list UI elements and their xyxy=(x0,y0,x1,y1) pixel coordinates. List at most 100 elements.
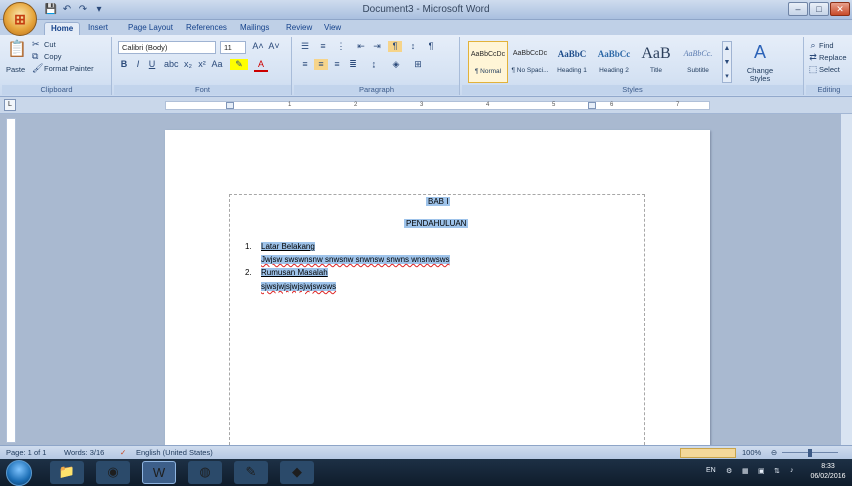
doc-heading-pendahuluan[interactable]: PENDAHULUAN xyxy=(404,219,469,228)
cut-icon[interactable]: ✂ xyxy=(32,39,40,50)
align-center-icon[interactable]: ≡ xyxy=(314,59,328,70)
change-case-icon[interactable]: Aa xyxy=(210,59,224,70)
vertical-scrollbar[interactable] xyxy=(840,114,852,445)
show-marks-icon[interactable]: ¶ xyxy=(424,41,438,52)
maximize-button[interactable]: □ xyxy=(809,2,829,16)
styles-scroll-icon[interactable]: ▲ ▼ ▾ xyxy=(722,41,732,83)
firefox-icon[interactable]: ◍ xyxy=(188,461,222,484)
tray-icon-2[interactable]: ▦ xyxy=(742,467,749,475)
select-icon[interactable]: ⬚ xyxy=(808,64,818,75)
subscript-icon[interactable]: x₂ xyxy=(182,59,194,70)
style-normal[interactable]: AaBbCcDc ¶ Normal xyxy=(468,41,508,83)
ruler-mark-6: 6 xyxy=(610,102,614,108)
zoom-slider-thumb[interactable] xyxy=(808,449,812,457)
copy-icon[interactable]: ⧉ xyxy=(32,51,38,62)
chrome-icon[interactable]: ◉ xyxy=(96,461,130,484)
tab-mailings[interactable]: Mailings xyxy=(234,22,275,35)
underline-button[interactable]: U xyxy=(146,59,158,70)
find-icon[interactable]: ⌕ xyxy=(808,40,818,51)
shrink-font-button[interactable]: A˅ xyxy=(266,41,282,52)
align-left-icon[interactable]: ≡ xyxy=(298,59,312,70)
italic-button[interactable]: I xyxy=(132,59,144,70)
align-right-icon[interactable]: ≡ xyxy=(330,59,344,70)
replace-icon[interactable]: ⇄ xyxy=(808,52,818,63)
bold-button[interactable]: B xyxy=(118,59,130,70)
superscript-icon[interactable]: x² xyxy=(196,59,208,70)
tray-icon-3[interactable]: ▣ xyxy=(758,467,765,475)
ruler-strip[interactable]: 1 2 3 4 5 6 7 xyxy=(165,101,710,110)
justify-icon[interactable]: ≣ xyxy=(346,59,360,70)
select-button[interactable]: Select xyxy=(819,65,840,74)
app-icon[interactable]: ✎ xyxy=(234,461,268,484)
style-subtitle[interactable]: AaBbCc. Subtitle xyxy=(678,41,718,83)
tab-home[interactable]: Home xyxy=(44,22,81,35)
app2-icon[interactable]: ◆ xyxy=(280,461,314,484)
word-taskbar-icon[interactable]: W xyxy=(142,461,176,484)
office-button[interactable]: ⊞ xyxy=(3,2,37,36)
zoom-level[interactable]: 100% xyxy=(742,448,761,457)
font-color-icon[interactable]: A xyxy=(254,59,268,72)
font-name-select[interactable]: Calibri (Body) xyxy=(118,41,216,54)
ltr-icon[interactable]: ¶ xyxy=(388,41,402,52)
increase-indent-icon[interactable]: ⇥ xyxy=(370,41,384,52)
zoom-out-icon[interactable]: ⊖ xyxy=(768,448,780,457)
paste-button[interactable]: Paste xyxy=(6,65,25,74)
page-count[interactable]: Page: 1 of 1 xyxy=(6,448,46,457)
left-indent-marker[interactable] xyxy=(226,102,234,109)
format-painter-icon[interactable]: 🖌 xyxy=(32,63,43,74)
highlight-icon[interactable]: ✎ xyxy=(230,59,248,70)
find-button[interactable]: Find xyxy=(819,41,834,50)
line-spacing-icon[interactable]: ↨ xyxy=(366,59,382,70)
borders-icon[interactable]: ⊞ xyxy=(410,59,426,70)
strikethrough-icon[interactable]: abc xyxy=(164,59,179,70)
list-item-2-body[interactable]: sjwsjwjsjwjsjwjswsws xyxy=(261,282,337,291)
word-count[interactable]: Words: 3/16 xyxy=(64,448,104,457)
doc-heading-bab[interactable]: BAB I xyxy=(426,197,451,206)
tab-view[interactable]: View xyxy=(318,22,347,35)
vertical-ruler[interactable] xyxy=(6,118,16,443)
cut-button[interactable]: Cut xyxy=(44,40,56,49)
window-title: Document3 - Microsoft Word xyxy=(362,4,490,15)
paste-icon[interactable]: 📋 xyxy=(6,39,28,61)
bullets-icon[interactable]: ☰ xyxy=(298,41,312,52)
grow-font-button[interactable]: A˄ xyxy=(250,41,266,52)
style-no-spacing[interactable]: AaBbCcDc ¶ No Spaci... xyxy=(510,41,550,83)
font-size-select[interactable]: 11 xyxy=(220,41,246,54)
copy-button[interactable]: Copy xyxy=(44,52,62,61)
tab-insert[interactable]: Insert xyxy=(82,22,114,35)
proofing-icon[interactable]: ✓ xyxy=(120,448,126,457)
volume-icon[interactable]: ♪ xyxy=(790,467,794,474)
style-heading-1[interactable]: AaBbC Heading 1 xyxy=(552,41,592,83)
start-button[interactable] xyxy=(6,460,32,486)
replace-button[interactable]: Replace xyxy=(819,53,847,62)
tab-review[interactable]: Review xyxy=(280,22,318,35)
list-item-1-body[interactable]: Jwjsw swswnsnw snwsnw snwnsw snwns wnsnw… xyxy=(261,255,450,264)
decrease-indent-icon[interactable]: ⇤ xyxy=(354,41,368,52)
network-icon[interactable]: ⇅ xyxy=(774,467,780,475)
view-buttons[interactable] xyxy=(680,448,736,458)
system-clock[interactable]: 8:33 06/02/2016 xyxy=(806,462,850,482)
sort-icon[interactable]: ↕ xyxy=(406,41,420,52)
tab-references[interactable]: References xyxy=(180,22,233,35)
right-indent-marker[interactable] xyxy=(588,102,596,109)
list-item-2-title[interactable]: Rumusan Masalah xyxy=(261,268,328,277)
ruler-mark-1: 1 xyxy=(288,102,292,108)
minimize-button[interactable]: – xyxy=(788,2,808,16)
language-indicator[interactable]: EN xyxy=(706,467,716,474)
tray-icon-1[interactable]: ⚙ xyxy=(726,467,732,475)
change-styles-button[interactable]: Change Styles xyxy=(740,67,780,83)
format-painter-button[interactable]: Format Painter xyxy=(44,64,94,73)
list-item-1-title[interactable]: Latar Belakang xyxy=(261,242,315,251)
numbering-icon[interactable]: ≡ xyxy=(316,41,330,52)
change-styles-icon[interactable]: A xyxy=(740,41,780,63)
ruler-toggle-icon[interactable]: L xyxy=(4,99,16,111)
language-status[interactable]: English (United States) xyxy=(136,448,213,457)
explorer-icon[interactable]: 📁 xyxy=(50,461,84,484)
close-button[interactable]: ✕ xyxy=(830,2,850,16)
shading-icon[interactable]: ◈ xyxy=(388,59,404,70)
tab-page-layout[interactable]: Page Layout xyxy=(122,22,179,35)
multilevel-list-icon[interactable]: ⋮ xyxy=(334,41,348,52)
horizontal-ruler[interactable]: L 1 2 3 4 5 6 7 xyxy=(0,97,852,114)
style-heading-2[interactable]: AaBbCc Heading 2 xyxy=(594,41,634,83)
style-title[interactable]: AaB Title xyxy=(636,41,676,83)
